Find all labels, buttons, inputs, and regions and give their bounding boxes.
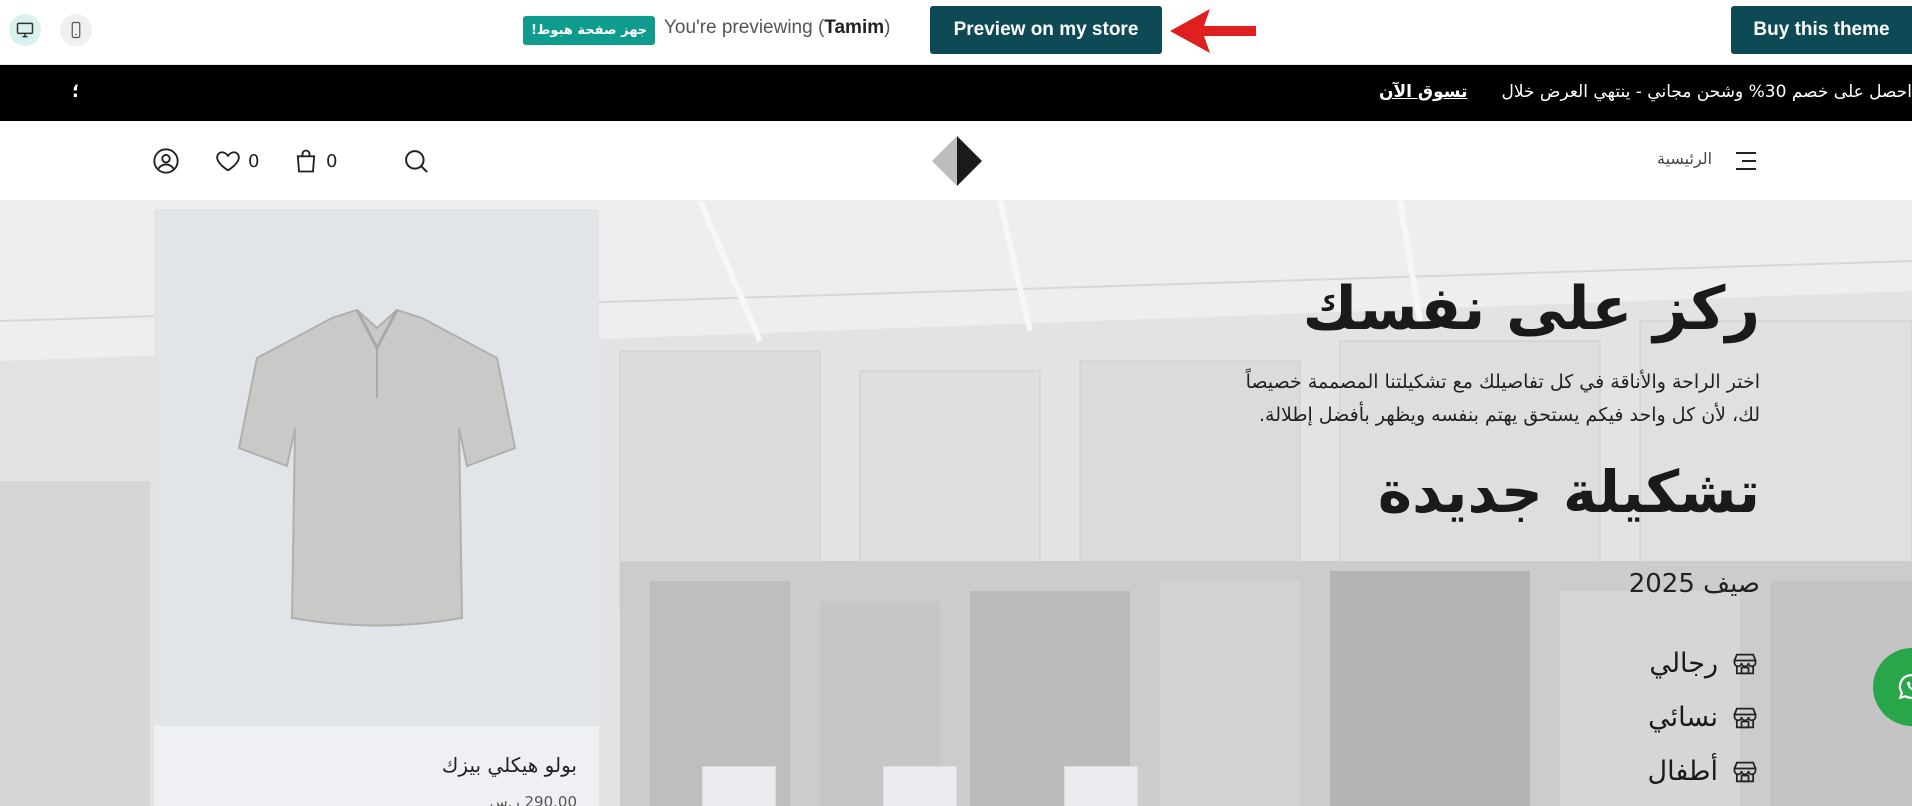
shop-now-link[interactable]: تسوق الآن [1379,82,1467,102]
category-men[interactable]: رجالي [1649,648,1760,679]
product-price: 290.00 ر.س [489,793,577,806]
previewing-suffix: ) [884,17,891,38]
site-header: 0 0 الرئيسية [0,121,1912,201]
search-icon [405,150,428,173]
mobile-icon [71,21,81,39]
category-label: رجالي [1649,648,1718,679]
wishlist-count: 0 [248,150,260,172]
menu-icon[interactable] [1733,149,1759,173]
preview-toolbar: جهز صفحة هبوط! You're previewing (Tamim)… [0,0,1912,65]
thumbnail[interactable] [1064,766,1138,806]
store-logo[interactable] [930,134,984,188]
hero-subtitle: تشكيلة جديدة [1377,458,1760,526]
wishlist-button[interactable]: 0 [214,147,259,175]
category-women[interactable]: نسائي [1648,702,1760,733]
cart-button[interactable]: 0 [292,147,337,175]
mobile-view-button[interactable] [60,14,92,46]
polo-shirt-image [237,308,516,626]
thumbnail[interactable] [883,766,957,806]
hero-season: صيف 2025 [1628,569,1760,599]
store-icon [1730,650,1760,678]
account-button[interactable] [152,147,180,175]
announcement-bar: ؛ تسوق الآن احصل على خصم 30% وشحن مجاني … [0,65,1912,121]
product-card[interactable]: بولو هيكلي بيزك 290.00 ر.س [154,209,599,806]
heart-icon [216,151,240,172]
hero-section: بولو هيكلي بيزك 290.00 ر.س ركز على نفسك … [0,201,1912,806]
whatsapp-icon [1898,674,1912,700]
account-icon [153,148,179,174]
announcement-text: احصل على خصم 30% وشحن مجاني - ينتهي العر… [1501,82,1912,102]
bag-icon [296,149,316,173]
store-icon [1730,758,1760,786]
promo-badge[interactable]: جهز صفحة هبوط! [523,16,656,45]
product-info: بولو هيكلي بيزك 290.00 ر.س [154,726,599,806]
previewing-label: You're previewing (Tamim) [664,17,890,39]
previewing-prefix: You're previewing ( [664,17,825,38]
hero-title: ركز على نفسك [1302,274,1760,344]
buy-theme-button[interactable]: Buy this theme [1731,6,1912,54]
hero-description: اختر الراحة والأناقة في كل تفاصيلك مع تش… [1245,371,1760,426]
cart-count: 0 [326,150,338,172]
arrow-left-icon [1170,9,1256,53]
store-name: Tamim [824,17,885,38]
nav-home-link[interactable]: الرئيسية [1657,149,1712,168]
store-icon [1730,704,1760,732]
category-label: نسائي [1648,702,1718,733]
desktop-view-button[interactable] [9,14,41,46]
category-label: أطفال [1647,756,1719,787]
product-name[interactable]: بولو هيكلي بيزك [442,753,577,777]
announcement-edge-char: ؛ [72,81,80,102]
product-image [154,209,599,726]
desktop-icon [16,22,34,38]
category-kids[interactable]: أطفال [1648,756,1761,787]
search-button[interactable] [402,147,430,175]
preview-on-store-button[interactable]: Preview on my store [930,6,1162,54]
thumbnail[interactable] [702,766,776,806]
